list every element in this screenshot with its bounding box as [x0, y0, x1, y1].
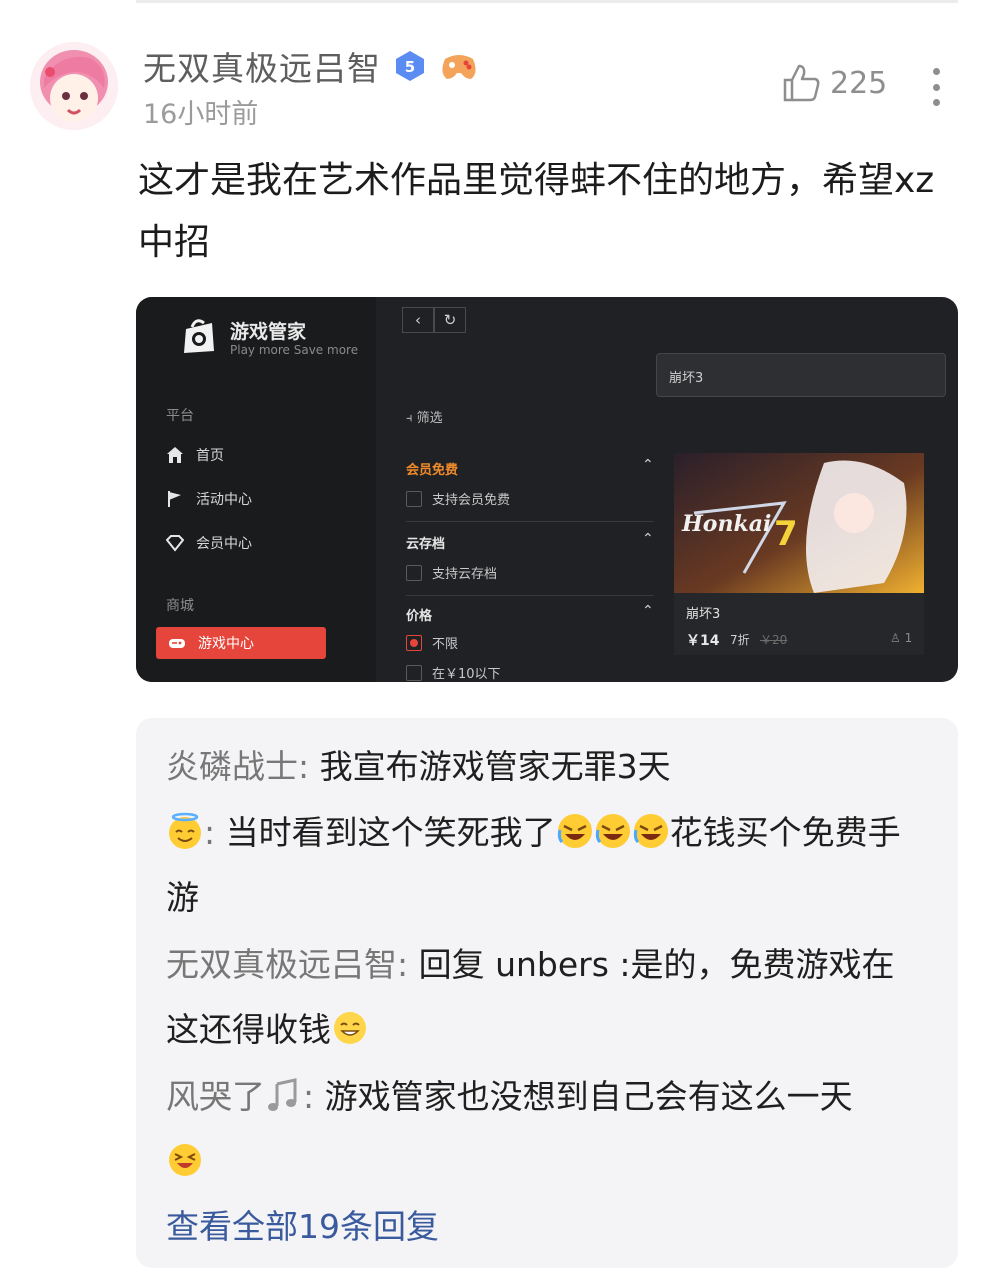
author-name[interactable]: 无双真极远吕智 [143, 42, 381, 90]
replies-panel: 炎磷战士: 我宣布游戏管家无罪3天 : 当时看到这个笑死我了 花钱买个免费手游 … [136, 718, 958, 1268]
angel-emoji-icon [169, 812, 201, 849]
embedded-screenshot[interactable]: 游戏管家 Play more Save more 平台 首页 活动中心 会员中心… [136, 297, 958, 682]
game-discount: 7折 [730, 633, 750, 647]
thumbs-up-icon [783, 64, 820, 102]
home-icon [167, 447, 183, 463]
laughing-emoji-icon [169, 1144, 201, 1176]
grin-emoji-icon [334, 1012, 366, 1044]
svg-text:5: 5 [405, 58, 415, 76]
section-platform: 平台 [166, 408, 194, 424]
search-input[interactable]: 崩坏3 [656, 353, 946, 397]
checkbox[interactable] [406, 564, 422, 581]
post-time: 16小时前 [143, 99, 259, 130]
filter-cloud-option[interactable]: 支持云存档 [406, 563, 497, 582]
view-all-replies-link[interactable]: 查看全部19条回复 [166, 1200, 439, 1248]
app-sidebar: 游戏管家 Play more Save more 平台 首页 活动中心 会员中心… [136, 297, 376, 682]
divider [406, 595, 654, 596]
reply-item[interactable]: : 当时看到这个笑死我了 花钱买个免费手游 [166, 800, 926, 930]
game-price: ￥14 [686, 633, 720, 649]
top-divider [136, 0, 958, 3]
section-store: 商城 [166, 598, 194, 614]
radio-selected[interactable] [406, 634, 422, 651]
more-options-icon[interactable] [926, 68, 946, 106]
music-note-icon [268, 1078, 297, 1111]
reply-item[interactable]: 无双真极远吕智: 回复 unbers :是的，免费游戏在这还得收钱 [166, 932, 926, 1062]
rofl-emoji-icon [595, 814, 630, 848]
reply-text: 游戏管家也没想到自己会有这么一天 [324, 1077, 853, 1116]
user-avatar[interactable] [30, 42, 118, 130]
post-content: 这才是我在艺术作品里觉得蚌不住的地方，希望xz中招 [138, 160, 935, 263]
app-tagline: Play more Save more [230, 343, 359, 357]
nav-activity[interactable]: 活动中心 [166, 489, 252, 509]
game-cover-image: Honkai 7 [674, 453, 924, 593]
gamepad-badge-icon [442, 55, 476, 79]
chevron-up-icon[interactable]: ⌃ [642, 531, 654, 547]
filter-price-title: 价格 [406, 609, 433, 624]
checkbox[interactable] [406, 664, 422, 681]
reply-text: 当时看到这个笑死我了 [225, 813, 556, 852]
like-button[interactable]: 225 [780, 62, 887, 104]
chevron-up-icon[interactable]: ⌃ [642, 603, 654, 619]
reply-text: 我宣布游戏管家无罪3天 [319, 747, 671, 786]
rofl-emoji-icon [557, 814, 592, 848]
reply-item[interactable]: 风哭了 : 游戏管家也没想到自己会有这么一天 [166, 1064, 926, 1194]
filter-vip-free-title: 会员免费 [406, 463, 459, 478]
nav-game-center[interactable]: 游戏中心 [156, 627, 326, 659]
game-card[interactable]: Honkai 7 崩坏3 ￥14 7折 ￥20 ♙ 1 [674, 453, 924, 655]
gamepad-icon [169, 639, 185, 648]
app-name: 游戏管家 [230, 321, 307, 343]
level-badge-icon: 5 [396, 51, 424, 81]
diamond-icon [166, 535, 184, 552]
app-logo-icon [184, 319, 214, 353]
filter-price-all[interactable]: 不限 [406, 633, 458, 652]
game-name: 崩坏3 [686, 607, 721, 622]
reply-author: 风哭了 [166, 1077, 265, 1116]
filter-price-under10[interactable]: 在￥10以下 [406, 663, 501, 682]
svg-text:7: 7 [774, 514, 798, 554]
nav-vip[interactable]: 会员中心 [166, 533, 252, 553]
checkbox[interactable] [406, 490, 422, 507]
chevron-up-icon[interactable]: ⌃ [642, 457, 654, 473]
like-count: 225 [830, 65, 888, 101]
reply-author: 炎磷战士 [166, 747, 298, 786]
refresh-button[interactable]: ↻ [434, 307, 466, 333]
filter-vip-free-option[interactable]: 支持会员免费 [406, 489, 510, 508]
back-button[interactable]: ‹ [402, 307, 434, 333]
game-original-price: ￥20 [760, 633, 788, 647]
flag-icon [168, 491, 181, 507]
nav-home[interactable]: 首页 [166, 445, 224, 465]
reply-author: 无双真极远吕智 [166, 945, 397, 984]
rofl-emoji-icon [633, 814, 668, 848]
svg-text:Honkai: Honkai [681, 511, 771, 537]
divider [406, 521, 654, 522]
player-count: ♙ 1 [890, 631, 913, 645]
reply-item[interactable]: 炎磷战士: 我宣布游戏管家无罪3天 [166, 734, 926, 799]
filter-toggle[interactable]: ⫞ 筛选 [406, 407, 443, 426]
filter-cloud-title: 云存档 [406, 537, 446, 552]
